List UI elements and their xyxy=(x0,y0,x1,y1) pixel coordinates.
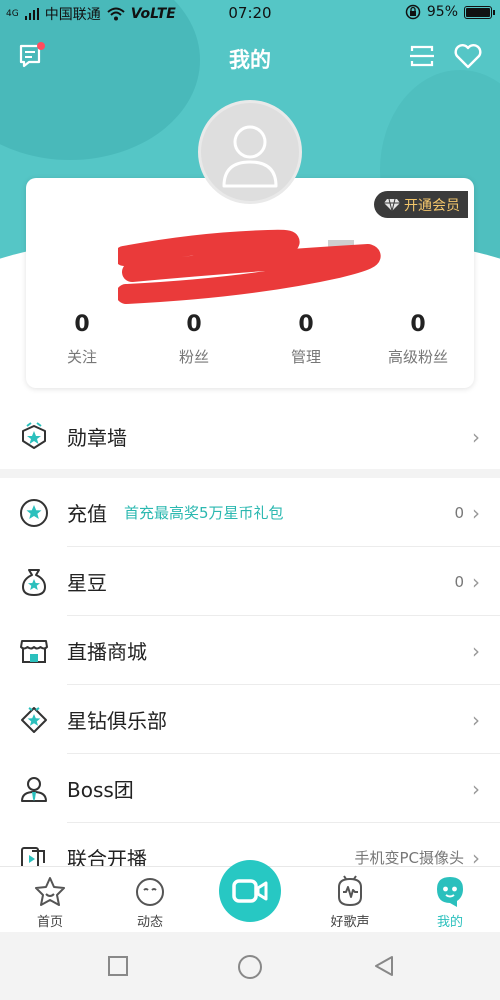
tab-me[interactable]: 我的 xyxy=(410,875,490,930)
chevron-right-icon: › xyxy=(472,569,480,594)
star-bean-bag-icon xyxy=(22,568,46,596)
heart-icon[interactable] xyxy=(453,42,483,70)
tab-live-camera[interactable] xyxy=(219,860,281,922)
menu-item-star-diamond-club[interactable]: 星钻俱乐部 › xyxy=(0,685,500,754)
vip-button[interactable]: 开通会员 xyxy=(374,191,468,218)
moments-icon xyxy=(136,878,164,906)
medal-wall-icon xyxy=(22,421,46,449)
menu-label: 星豆 xyxy=(67,571,107,595)
tab-moments[interactable]: 动态 xyxy=(110,875,190,930)
video-camera-icon xyxy=(232,879,268,903)
tab-label: 首页 xyxy=(36,915,63,930)
menu-label: Boss团 xyxy=(67,778,134,802)
stat-value: 0 xyxy=(186,312,202,337)
system-nav-bar xyxy=(0,932,500,1000)
lock-rotation-icon xyxy=(405,4,421,20)
stat-value: 0 xyxy=(298,312,314,337)
menu-item-live-shop[interactable]: 直播商城 › xyxy=(0,616,500,685)
stat-label: 高级粉丝 xyxy=(387,348,448,366)
stat-label: 关注 xyxy=(66,348,97,366)
stat-manage[interactable]: 0 管理 xyxy=(250,312,362,367)
back-button[interactable] xyxy=(372,954,396,978)
home-star-icon xyxy=(35,877,65,906)
menu-label: 星钻俱乐部 xyxy=(67,709,167,733)
boss-group-icon xyxy=(21,776,47,802)
recharge-promo: 首充最高奖5万星币礼包 xyxy=(124,504,284,522)
chevron-right-icon: › xyxy=(472,707,480,732)
stat-fans[interactable]: 0 粉丝 xyxy=(138,312,250,367)
avatar[interactable] xyxy=(198,100,302,204)
menu-label: 充值 xyxy=(67,502,107,526)
stat-label: 管理 xyxy=(290,348,321,366)
battery-icon xyxy=(464,5,495,19)
username-redaction xyxy=(118,229,381,304)
stat-following[interactable]: 0 关注 xyxy=(26,312,138,367)
recent-apps-button[interactable] xyxy=(106,954,130,978)
default-avatar-icon xyxy=(222,125,278,188)
tab-label: 我的 xyxy=(436,915,463,930)
star-coin-icon xyxy=(20,498,48,527)
chevron-right-icon: › xyxy=(472,500,480,525)
profile-stats: 0 关注 0 粉丝 0 管理 0 高级粉丝 xyxy=(26,312,474,367)
chevron-right-icon: › xyxy=(472,638,480,663)
star-beans-balance: 0 xyxy=(454,572,464,591)
title-bar: 我的 xyxy=(0,36,500,80)
stat-value: 0 xyxy=(410,312,426,337)
menu-item-recharge[interactable]: 充值 首充最高奖5万星币礼包 0 › xyxy=(0,478,500,547)
stat-value: 0 xyxy=(74,312,90,337)
stat-label: 粉丝 xyxy=(178,348,209,366)
tab-label: 好歌声 xyxy=(330,915,370,930)
tab-label: 动态 xyxy=(136,915,163,930)
menu-item-boss-group[interactable]: Boss团 › xyxy=(0,754,500,823)
menu-label: 直播商城 xyxy=(67,640,147,664)
shop-icon xyxy=(20,639,48,663)
menu-item-medal-wall[interactable]: 勋章墙 › xyxy=(0,402,500,471)
recharge-balance: 0 xyxy=(454,503,464,522)
tab-good-voice[interactable]: 好歌声 xyxy=(310,875,390,930)
stat-senior-fans[interactable]: 0 高级粉丝 xyxy=(362,312,474,367)
section-divider xyxy=(0,469,500,478)
chevron-right-icon: › xyxy=(472,776,480,801)
star-diamond-icon xyxy=(21,706,47,733)
menu-label: 勋章墙 xyxy=(67,426,127,450)
tab-home[interactable]: 首页 xyxy=(10,875,90,930)
battery-percent: 95% xyxy=(426,4,458,20)
good-voice-icon xyxy=(338,875,362,907)
scan-icon[interactable] xyxy=(408,42,436,70)
menu-item-star-beans[interactable]: 星豆 0 › xyxy=(0,547,500,616)
diamond-icon xyxy=(384,198,400,211)
chevron-right-icon: › xyxy=(472,424,480,449)
home-button[interactable] xyxy=(237,954,263,980)
me-icon xyxy=(437,877,463,907)
vip-label: 开通会员 xyxy=(404,197,460,214)
status-bar: 4G 中国联通 VoLTE 07:20 95% xyxy=(0,0,500,26)
co-live-hint: 手机变PC摄像头 xyxy=(354,849,464,867)
